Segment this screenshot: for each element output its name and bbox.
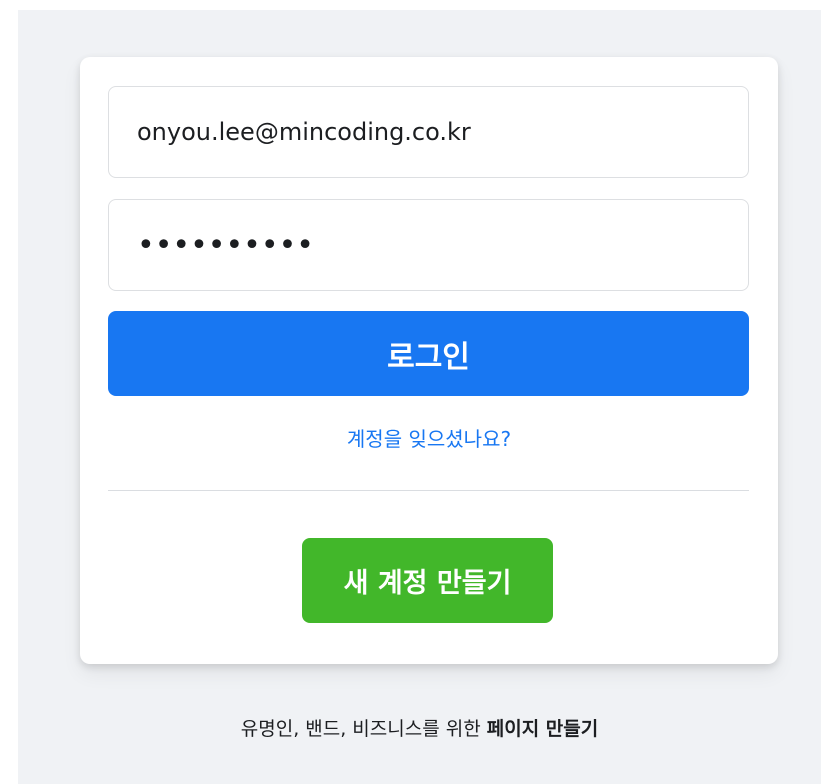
create-account-label: 새 계정 만들기 bbox=[343, 568, 512, 599]
password-field[interactable]: •••••••••• bbox=[108, 199, 749, 291]
create-account-button[interactable]: 새 계정 만들기 bbox=[302, 538, 553, 623]
email-value: onyou.lee@mincoding.co.kr bbox=[137, 118, 471, 146]
login-button-label: 로그인 bbox=[387, 339, 470, 375]
create-page-link[interactable]: 페이지 만들기 bbox=[487, 718, 599, 740]
password-value: •••••••••• bbox=[137, 227, 314, 263]
login-button[interactable]: 로그인 bbox=[108, 311, 749, 396]
login-card: onyou.lee@mincoding.co.kr •••••••••• 로그인… bbox=[80, 57, 778, 664]
create-page-note: 유명인, 밴드, 비즈니스를 위한 페이지 만들기 bbox=[18, 714, 821, 741]
create-page-text: 유명인, 밴드, 비즈니스를 위한 bbox=[240, 718, 487, 740]
forgot-account-link[interactable]: 계정을 잊으셨나요? bbox=[80, 423, 778, 452]
email-field[interactable]: onyou.lee@mincoding.co.kr bbox=[108, 86, 749, 178]
divider bbox=[108, 490, 749, 491]
